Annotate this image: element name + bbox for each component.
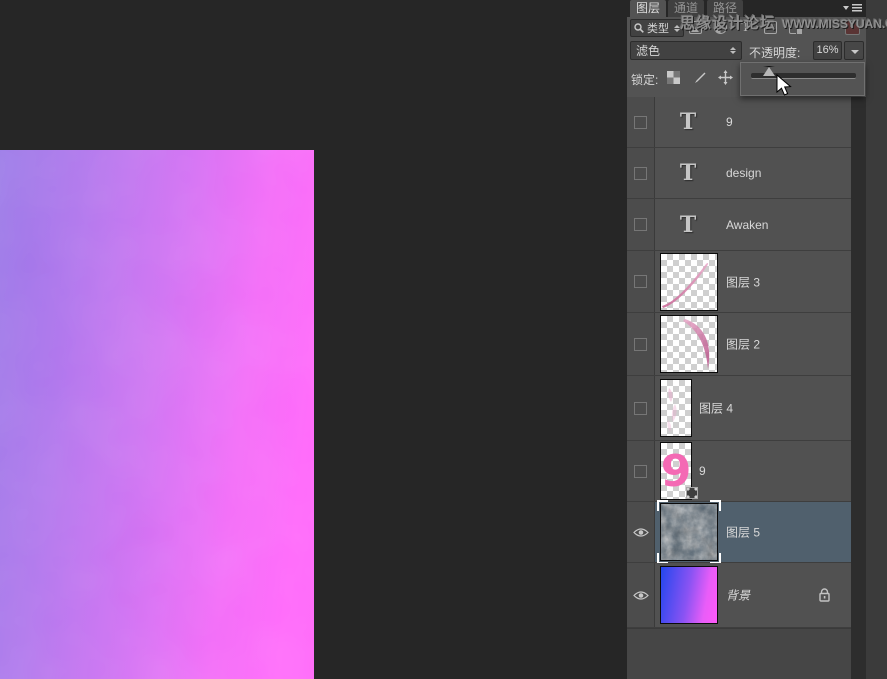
visibility-toggle[interactable]	[627, 376, 655, 440]
lock-transparency-icon[interactable]	[667, 71, 680, 84]
dock-edge-strip	[866, 0, 887, 679]
visibility-empty-box	[634, 116, 647, 129]
layer-name[interactable]: design	[726, 166, 761, 180]
type-layer-icon: T	[660, 160, 716, 186]
layer-row-layer4[interactable]: 图层 4	[627, 376, 851, 441]
layer-name[interactable]: Awaken	[726, 218, 768, 232]
thumb-select-bracket	[710, 500, 721, 511]
spinner-arrows-icon	[730, 47, 736, 54]
canvas-cloud-texture	[0, 150, 314, 679]
visibility-empty-box	[634, 275, 647, 288]
watermark: 思缘设计论坛 WWW.MISSYUAN.COM	[680, 12, 887, 33]
lock-label: 锁定:	[631, 71, 658, 88]
layer-name[interactable]: 图层 5	[726, 524, 760, 541]
opacity-slider-thumb[interactable]	[763, 66, 775, 76]
filter-kind-label: 类型	[647, 20, 669, 36]
layer-name[interactable]: 背景	[726, 587, 750, 604]
pink-swoosh-art	[661, 254, 717, 310]
layer-list-empty-area	[627, 628, 851, 679]
layer-row-layer2[interactable]: 图层 2	[627, 313, 851, 376]
layer-thumbnail[interactable]	[660, 503, 718, 561]
lock-position-move-icon[interactable]	[718, 70, 733, 85]
opacity-label: 不透明度:	[749, 44, 800, 61]
eye-icon	[633, 590, 649, 601]
layer-row-background[interactable]: 背景	[627, 563, 851, 628]
type-layer-icon: T	[660, 109, 716, 135]
faint-pink-art	[661, 380, 691, 436]
mouse-cursor	[776, 74, 793, 97]
layer-thumbnail[interactable]: 9	[660, 442, 692, 500]
opacity-slider-popup	[740, 62, 865, 96]
eye-icon	[633, 527, 649, 538]
tab-layers[interactable]: 图层	[630, 0, 666, 17]
transform-handles-badge-icon	[686, 487, 698, 499]
opacity-value-field[interactable]: 16%	[813, 41, 842, 60]
layer-thumbnail[interactable]	[660, 566, 718, 624]
visibility-toggle[interactable]	[627, 313, 655, 375]
layer-thumbnail[interactable]	[660, 315, 718, 373]
layer-name[interactable]: 图层 3	[726, 273, 760, 290]
pink-curve-art	[661, 316, 717, 372]
visibility-toggle[interactable]	[627, 563, 655, 627]
visibility-empty-box	[634, 338, 647, 351]
panel-scroll-gutter	[851, 97, 866, 679]
filter-kind-select[interactable]: 类型	[630, 19, 684, 37]
visibility-toggle[interactable]	[627, 502, 655, 562]
layer-name[interactable]: 图层 2	[726, 336, 760, 353]
opacity-dropdown-button[interactable]	[844, 41, 864, 60]
watermark-site-url: WWW.MISSYUAN.COM	[782, 17, 887, 31]
visibility-toggle[interactable]	[627, 97, 655, 147]
layer-row-layer3[interactable]: 图层 3	[627, 251, 851, 313]
lock-icon	[818, 588, 831, 603]
canvas-document[interactable]	[0, 150, 314, 679]
visibility-empty-box	[634, 402, 647, 415]
layer-name[interactable]: 9	[699, 464, 706, 478]
visibility-toggle[interactable]	[627, 441, 655, 501]
blend-mode-select[interactable]: 滤色	[630, 41, 742, 60]
layer-thumbnail[interactable]	[660, 253, 718, 311]
visibility-toggle[interactable]	[627, 199, 655, 250]
search-icon	[634, 23, 644, 33]
visibility-empty-box	[634, 465, 647, 478]
thumb-select-bracket	[657, 500, 668, 511]
layer-name[interactable]: 图层 4	[699, 400, 733, 417]
layer-row-image-9[interactable]: 9 9	[627, 441, 851, 502]
layer-row-text-design[interactable]: T design	[627, 148, 851, 199]
layer-list: T 9 T design T Awaken	[627, 97, 851, 628]
visibility-empty-box	[634, 218, 647, 231]
photoshop-workspace: 图层 通道 路径 类型 T 滤色	[0, 0, 887, 679]
visibility-empty-box	[634, 167, 647, 180]
blend-mode-value: 滤色	[636, 42, 660, 59]
clouds-noise-art	[661, 504, 717, 560]
type-layer-icon: T	[660, 212, 716, 238]
visibility-toggle[interactable]	[627, 148, 655, 198]
layer-row-text-9[interactable]: T 9	[627, 97, 851, 148]
layer-row-layer5-selected[interactable]: 图层 5	[627, 502, 851, 563]
layer-thumbnail[interactable]	[660, 379, 692, 437]
blend-mode-row: 滤色 不透明度: 16%	[627, 39, 866, 62]
visibility-toggle[interactable]	[627, 251, 655, 312]
layer-row-text-awaken[interactable]: T Awaken	[627, 199, 851, 251]
layer-name[interactable]: 9	[726, 115, 733, 129]
watermark-site-name: 思缘设计论坛	[680, 15, 776, 32]
lock-pixels-brush-icon[interactable]	[692, 71, 706, 85]
